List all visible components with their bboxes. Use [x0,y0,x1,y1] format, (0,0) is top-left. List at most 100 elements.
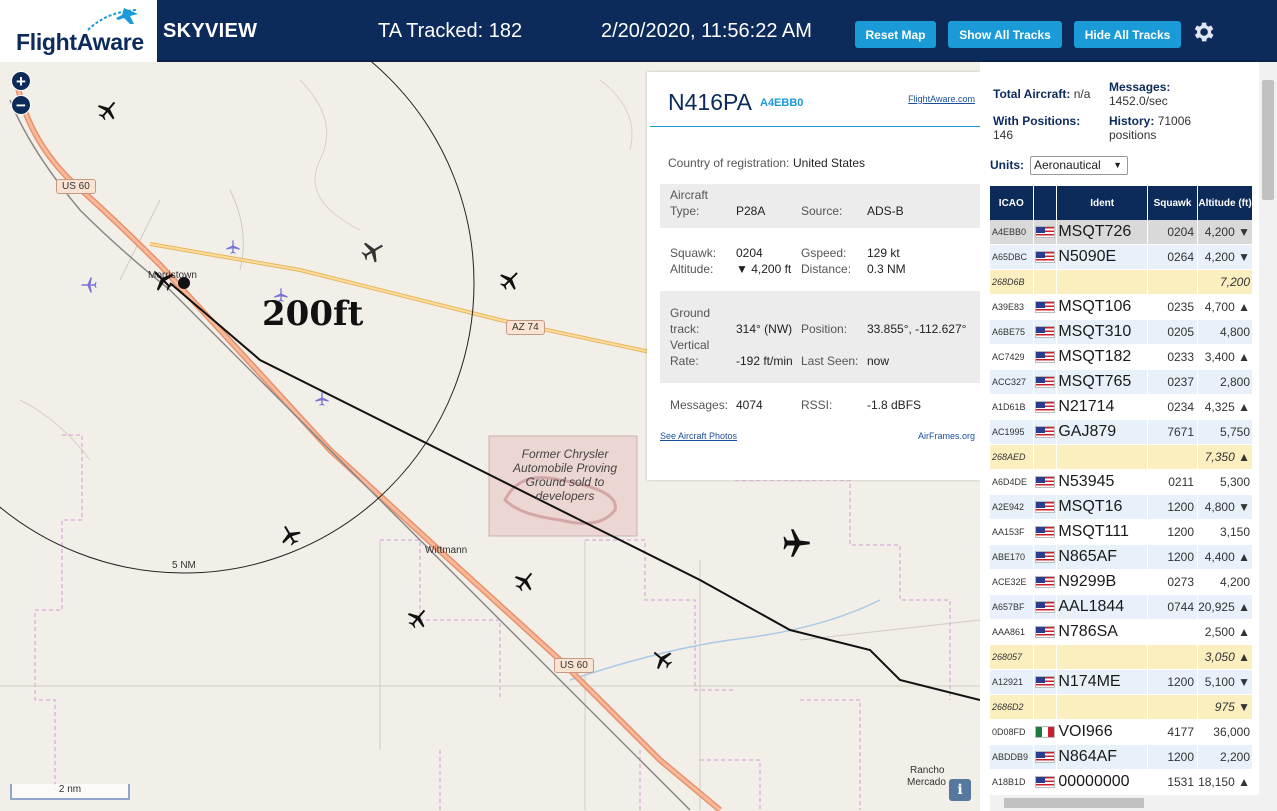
table-row[interactable]: 2686D2 975 ▼ [990,695,1253,720]
table-row[interactable]: ACC327 MSQT765 0237 2,800 [990,370,1253,395]
table-row[interactable]: 268D6B 7,200 [990,270,1253,295]
table-row[interactable]: 268AED 7,350 ▲ [990,445,1253,470]
altitude-label: Altitude: [670,262,714,276]
aircraft-icon[interactable] [360,238,386,264]
row-ident: MSQT182 [1057,345,1148,370]
aircraft-icon[interactable] [273,284,289,306]
flag-usa-icon [1034,575,1055,588]
row-ident: MSQT111 [1057,520,1148,545]
row-icao: ACC327 [990,370,1034,395]
row-altitude: 2,500 ▲ [1198,620,1253,645]
horizontal-scrollbar[interactable] [990,795,1259,811]
vrate-label: Vertical [670,338,710,352]
col-flag[interactable] [1033,186,1058,220]
route-shield: US 60 [56,179,96,194]
table-row[interactable]: 0D08FD VOI966 4177 36,000 [990,720,1253,745]
row-altitude: 975 ▼ [1198,695,1253,720]
aircraft-icon[interactable] [80,276,98,294]
flag-usa-icon [1034,500,1055,513]
aircraft-icon[interactable] [513,569,537,593]
distance-value: 0.3 NM [867,262,906,276]
aircraft-table-wrapper[interactable]: ICAO Ident Squawk Altitude (ft) A4EBB0 MS… [990,186,1253,811]
table-row[interactable]: A12921 N174ME 1200 5,100 ▼ [990,670,1253,695]
row-flag [1033,570,1058,595]
row-icao: ABDDB9 [990,745,1034,770]
table-row[interactable]: A65DBC N5090E 0264 4,200 ▼ [990,245,1253,270]
map-canvas[interactable]: + − Morristown Wittmann Rancho Mercado 5… [0,62,980,811]
zoom-out-button[interactable]: − [11,95,31,115]
track-label: track: [670,322,700,336]
flag-usa-icon [1034,425,1055,438]
row-flag [1033,520,1058,545]
aircraft-icon[interactable] [314,388,330,410]
track-label: Ground [670,306,711,320]
aircraft-photos-link[interactable]: See Aircraft Photos [660,431,737,441]
aircraft-icon[interactable] [650,647,674,671]
zoom-in-button[interactable]: + [11,71,31,91]
track-row: Ground track: 314° (NW) Position: 33.855… [660,291,980,383]
row-altitude: 4,800 ▼ [1198,495,1253,520]
col-altitude[interactable]: Altitude (ft) [1198,186,1253,220]
table-row[interactable]: AAA861 N786SA 2,500 ▲ [990,620,1253,645]
skyview-app: FlightAware SKYVIEW TA Tracked: 182 2/20… [0,0,1277,811]
row-flag [1033,220,1058,245]
map-info-button[interactable]: i [949,779,971,801]
jet-aircraft-icon[interactable] [781,528,811,558]
selected-aircraft-icon[interactable] [150,267,176,293]
app-title: SKYVIEW [163,20,258,42]
vrate-label: Rate: [670,354,699,368]
current-datetime: 2/20/2020, 11:56:22 AM [601,20,812,42]
row-flag [1033,370,1058,395]
table-row[interactable]: ABDDB9 N864AF 1200 2,200 [990,745,1253,770]
col-squawk[interactable]: Squawk [1148,186,1199,220]
table-row[interactable]: 268057 3,050 ▲ [990,645,1253,670]
gspeed-label: Gspeed: [801,246,847,260]
aircraft-icon[interactable] [278,523,302,547]
aircraft-icon[interactable] [225,235,241,259]
detail-hex: A4EBB0 [760,97,804,109]
position-value: 33.855°, -112.627° [867,322,967,336]
flightaware-logo[interactable]: FlightAware [0,0,157,62]
squawk-row: Squawk: 0204 Gspeed: 129 kt Altitude: ▼ … [660,238,980,282]
scrollbar-thumb[interactable] [1262,80,1274,200]
col-ident[interactable]: Ident [1057,186,1148,220]
gspeed-value: 129 kt [867,246,900,260]
table-row[interactable]: ABE170 N865AF 1200 4,400 ▲ [990,545,1253,570]
table-row[interactable]: A6BE75 MSQT310 0205 4,800 [990,320,1253,345]
col-icao[interactable]: ICAO [990,186,1034,220]
scrollbar-thumb[interactable] [1004,798,1144,808]
gear-icon[interactable] [1190,19,1216,45]
aircraft-icon[interactable] [406,606,430,630]
vertical-scrollbar[interactable] [1259,62,1277,811]
flightaware-link[interactable]: FlightAware.com [908,94,975,104]
aircraft-icon[interactable] [96,98,120,122]
table-row[interactable]: ACE32E N9299B 0273 4,200 [990,570,1253,595]
table-row[interactable]: A2E942 MSQT16 1200 4,800 ▼ [990,495,1253,520]
row-flag [1033,670,1058,695]
table-row[interactable]: A18B1D 00000000 1531 18,150 ▲ [990,770,1253,795]
units-label: Units: [990,158,1024,172]
row-icao: 268057 [990,645,1034,670]
with-positions-stat: With Positions: 146 [993,114,1080,142]
units-select[interactable]: Aeronautical ▼ [1030,156,1128,175]
reset-map-button[interactable]: Reset Map [855,21,936,48]
table-row[interactable]: A4EBB0 MSQT726 0204 4,200 ▼ [990,220,1253,245]
airframes-link[interactable]: AirFrames.org [918,431,975,441]
range-ring-label: 5 NM [172,560,196,571]
messages-label: Messages: [670,398,729,412]
table-row[interactable]: AC1995 GAJ879 7671 5,750 [990,420,1253,445]
row-flag [1033,345,1058,370]
type-value: P28A [736,204,766,218]
table-row[interactable]: A6D4DE N53945 0211 5,300 [990,470,1253,495]
row-icao: A12921 [990,670,1034,695]
table-row[interactable]: AC7429 MSQT182 0233 3,400 ▲ [990,345,1253,370]
show-all-tracks-button[interactable]: Show All Tracks [948,21,1062,48]
table-row[interactable]: A1D61B N21714 0234 4,325 ▲ [990,395,1253,420]
table-row[interactable]: A657BF AAL1844 0744 20,925 ▲ [990,595,1253,620]
aircraft-icon[interactable] [498,268,522,292]
row-squawk: 0235 [1148,295,1199,320]
table-row[interactable]: AA153F MSQT111 1200 3,150 [990,520,1253,545]
hide-all-tracks-button[interactable]: Hide All Tracks [1074,21,1181,48]
table-row[interactable]: A39E83 MSQT106 0235 4,700 ▲ [990,295,1253,320]
row-squawk [1148,695,1199,720]
